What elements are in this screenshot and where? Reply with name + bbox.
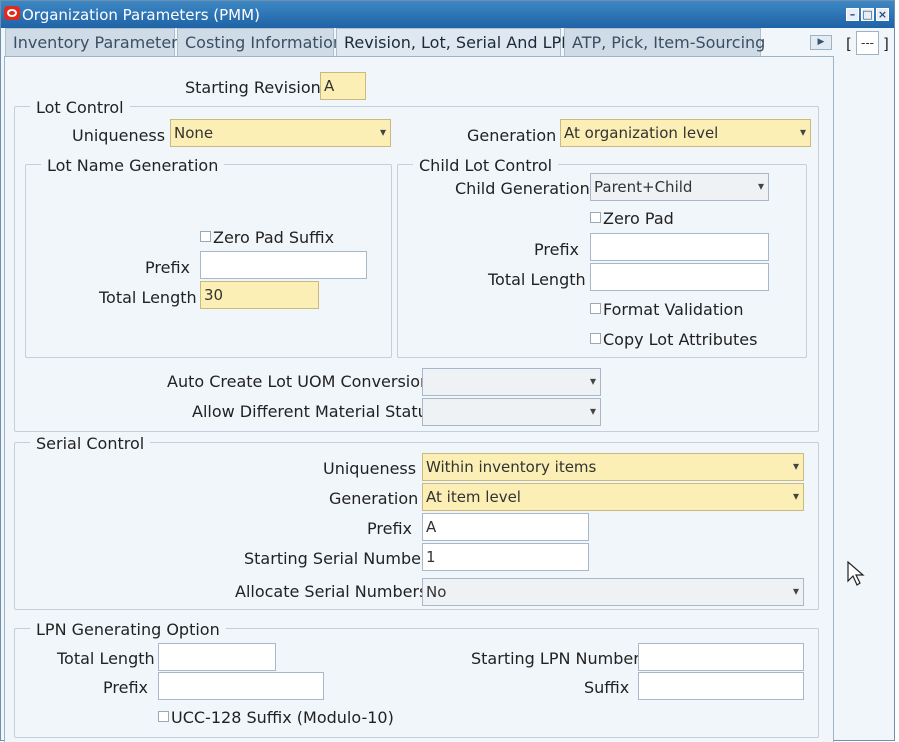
child-total-length-field[interactable] — [590, 263, 769, 291]
zero-pad-suffix-checkbox[interactable]: Zero Pad Suffix — [200, 228, 334, 247]
child-lot-control-legend: Child Lot Control — [413, 156, 559, 175]
mouse-pointer-icon — [847, 561, 865, 586]
serial-uniqueness-label: Uniqueness — [323, 459, 417, 478]
tab-strip: Inventory Parameters Costing Information… — [1, 28, 894, 57]
lpn-option-legend: LPN Generating Option — [30, 620, 226, 639]
tab-nav-close-bracket: ] — [883, 35, 889, 53]
title-bar: Organization Parameters (PMM) – □ × — [1, 1, 894, 28]
tab-atp-pick-item-sourcing[interactable]: ATP, Pick, Item-Sourcing — [564, 28, 765, 56]
lot-prefix-label: Prefix — [145, 258, 190, 277]
lot-prefix-field[interactable] — [200, 251, 367, 279]
checkbox-icon[interactable] — [158, 711, 169, 722]
starting-lpn-field[interactable] — [638, 643, 804, 671]
tab-panel: Starting Revision A Lot Control Uniquene… — [4, 56, 834, 742]
serial-generation-label: Generation — [329, 489, 419, 508]
maximize-icon[interactable]: □ — [861, 8, 874, 21]
child-generation-label: Child Generation — [455, 179, 590, 198]
lot-control-legend: Lot Control — [30, 98, 130, 117]
lot-name-generation-legend: Lot Name Generation — [41, 156, 225, 175]
child-generation-select[interactable]: Parent+Child — [590, 173, 769, 201]
lot-generation-label: Generation — [467, 126, 557, 145]
starting-revision-label: Starting Revision — [185, 78, 321, 97]
lot-uniqueness-select[interactable]: None — [170, 119, 391, 147]
allow-diff-status-select[interactable] — [422, 398, 601, 426]
oracle-logo-icon — [4, 6, 20, 20]
lpn-prefix-label: Prefix — [103, 678, 148, 697]
tab-costing-information[interactable]: Costing Information — [177, 28, 343, 56]
lot-generation-select[interactable]: At organization level — [560, 119, 811, 147]
starting-revision-field[interactable]: A — [320, 72, 366, 100]
org-parameters-window: Organization Parameters (PMM) – □ × Inve… — [0, 0, 895, 742]
child-zero-pad-checkbox[interactable]: Zero Pad — [590, 209, 674, 228]
lot-total-length-field[interactable]: 30 — [200, 281, 319, 309]
starting-serial-label: Starting Serial Number — [244, 549, 428, 568]
ucc128-suffix-label: UCC-128 Suffix (Modulo-10) — [171, 708, 394, 727]
child-prefix-field[interactable] — [590, 233, 769, 261]
format-validation-label: Format Validation — [603, 300, 744, 319]
checkbox-icon[interactable] — [200, 231, 211, 242]
lpn-total-length-label: Total Length — [57, 649, 155, 668]
starting-serial-field[interactable]: 1 — [422, 543, 589, 571]
serial-generation-select[interactable]: At item level — [422, 483, 804, 511]
checkbox-icon[interactable] — [590, 303, 601, 314]
zero-pad-suffix-label: Zero Pad Suffix — [213, 228, 335, 247]
window-title: Organization Parameters (PMM) — [22, 6, 260, 24]
allocate-serial-select[interactable]: No — [422, 578, 804, 606]
tab-nav-open-bracket: [ — [846, 35, 852, 53]
serial-uniqueness-select[interactable]: Within inventory items — [422, 453, 804, 481]
child-total-length-label: Total Length — [488, 270, 586, 289]
lot-uniqueness-label: Uniqueness — [72, 126, 166, 145]
auto-create-uom-label: Auto Create Lot UOM Conversion — [167, 372, 431, 391]
lpn-suffix-label: Suffix — [584, 678, 630, 697]
minimize-icon[interactable]: – — [846, 8, 859, 21]
allocate-serial-label: Allocate Serial Numbers — [235, 582, 428, 601]
tab-scroll-right-icon[interactable]: ▶ — [810, 35, 832, 50]
serial-prefix-label: Prefix — [367, 519, 412, 538]
child-zero-pad-label: Zero Pad — [603, 209, 674, 228]
tab-inventory-parameters[interactable]: Inventory Parameters — [5, 28, 186, 56]
allow-diff-status-label: Allow Different Material Status — [192, 402, 437, 421]
child-prefix-label: Prefix — [534, 240, 579, 259]
tab-revision-lot-serial-lpn[interactable]: Revision, Lot, Serial And LPN — [336, 28, 573, 57]
starting-lpn-label: Starting LPN Number — [471, 649, 640, 668]
tab-nav-select[interactable]: --- — [856, 31, 879, 55]
ucc128-suffix-checkbox[interactable]: UCC-128 Suffix (Modulo-10) — [158, 708, 394, 727]
checkbox-icon[interactable] — [590, 212, 601, 223]
lpn-total-length-field[interactable] — [158, 643, 276, 671]
lpn-suffix-field[interactable] — [638, 672, 804, 700]
lpn-prefix-field[interactable] — [158, 672, 324, 700]
lot-total-length-label: Total Length — [99, 288, 197, 307]
auto-create-uom-select[interactable] — [422, 368, 601, 396]
checkbox-icon[interactable] — [590, 333, 601, 344]
serial-prefix-field[interactable]: A — [422, 513, 589, 541]
copy-lot-attributes-checkbox[interactable]: Copy Lot Attributes — [590, 330, 757, 349]
close-icon[interactable]: × — [876, 8, 889, 21]
copy-lot-attributes-label: Copy Lot Attributes — [603, 330, 758, 349]
serial-control-legend: Serial Control — [30, 434, 151, 453]
format-validation-checkbox[interactable]: Format Validation — [590, 300, 743, 319]
